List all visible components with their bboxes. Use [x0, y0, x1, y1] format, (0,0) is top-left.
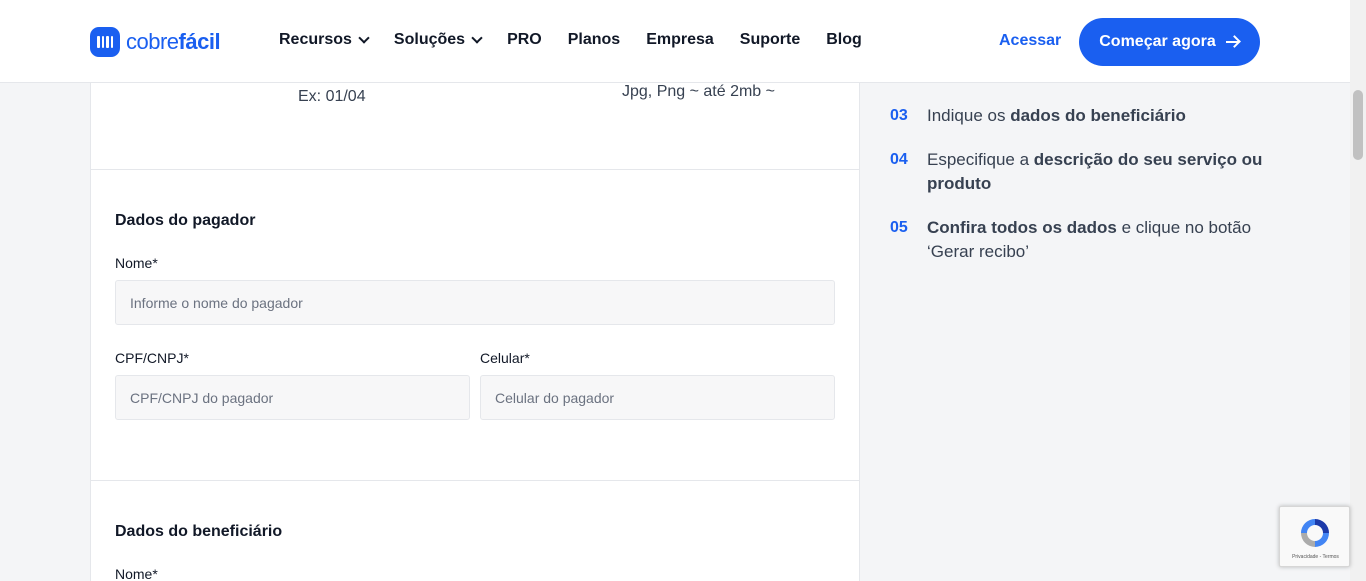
step-number: 03	[890, 107, 908, 124]
payer-phone-input[interactable]	[480, 375, 835, 420]
beneficiary-section-title: Dados do beneficiário	[115, 523, 283, 540]
recaptcha-text: Privacidade - Termos	[1292, 554, 1339, 560]
recaptcha-icon	[1301, 519, 1329, 547]
steps-list: 03 Indique os dados do beneficiário 04 Espe…	[890, 104, 1270, 284]
site-header: cobrefácil Recursos Soluções PRO Planos …	[0, 0, 1350, 83]
start-now-label: Começar agora	[1099, 33, 1216, 50]
step-text: Especifique a descrição do seu serviço o…	[927, 148, 1270, 196]
recaptcha-badge[interactable]: Privacidade - Termos	[1279, 506, 1350, 567]
page-scrollbar[interactable]	[1350, 0, 1366, 581]
chevron-down-icon	[471, 32, 483, 44]
nav-recursos[interactable]: Recursos	[279, 31, 370, 49]
cobrefacil-logo[interactable]: cobrefácil	[90, 27, 221, 57]
payer-doc-input[interactable]	[115, 375, 470, 420]
step-text: Confira todos os dados e clique no botão…	[927, 216, 1270, 264]
nav-suporte-label: Suporte	[739, 31, 801, 48]
date-hint: Ex: 01/04	[298, 88, 366, 105]
step-text-part: Indique os	[927, 106, 1011, 125]
nav-empresa-label: Empresa	[646, 31, 714, 48]
main-nav: Recursos Soluções PRO Planos Empresa Sup…	[279, 31, 862, 49]
file-hint: Jpg, Png ~ até 2mb ~	[622, 83, 775, 100]
nav-solucoes[interactable]: Soluções	[393, 31, 483, 49]
scrollbar-thumb[interactable]	[1353, 90, 1363, 160]
arrow-right-icon	[1225, 36, 1240, 48]
step-text: Indique os dados do beneficiário	[927, 104, 1186, 128]
step-text-bold: dados do beneficiário	[1010, 106, 1186, 125]
nav-blog[interactable]: Blog	[826, 31, 862, 49]
step-item: 03 Indique os dados do beneficiário	[890, 104, 1270, 128]
step-item: 04 Especifique a descrição do seu serviço…	[890, 148, 1270, 196]
chevron-down-icon	[358, 32, 370, 44]
step-text-bold: Confira todos os dados	[927, 218, 1117, 237]
payer-doc-label: CPF/CNPJ*	[115, 350, 189, 366]
nav-pro-label: PRO	[507, 31, 542, 48]
payer-section-title: Dados do pagador	[115, 212, 256, 229]
start-now-button[interactable]: Começar agora	[1079, 18, 1260, 66]
login-link[interactable]: Acessar	[999, 32, 1061, 50]
payer-phone-label: Celular*	[480, 350, 530, 366]
nav-recursos-label: Recursos	[279, 31, 352, 48]
nav-suporte[interactable]: Suporte	[740, 31, 800, 49]
nav-pro[interactable]: PRO	[507, 31, 542, 49]
nav-planos[interactable]: Planos	[568, 31, 620, 49]
nav-solucoes-label: Soluções	[393, 31, 466, 48]
step-text-part: Especifique a	[927, 150, 1034, 169]
nav-blog-label: Blog	[826, 31, 862, 48]
logo-text: cobrefácil	[126, 29, 221, 54]
nav-planos-label: Planos	[567, 31, 621, 48]
step-item: 05 Confira todos os dados e clique no bot…	[890, 216, 1270, 264]
payer-name-input[interactable]	[115, 280, 835, 325]
section-divider	[91, 169, 859, 170]
step-number: 04	[890, 151, 908, 168]
step-number: 05	[890, 219, 908, 236]
section-divider	[91, 480, 859, 481]
beneficiary-name-label: Nome*	[115, 566, 158, 581]
receipt-form: Ex: 01/04 Jpg, Png ~ até 2mb ~ Dados do …	[90, 81, 860, 581]
payer-name-label: Nome*	[115, 255, 158, 271]
logo-icon	[90, 27, 120, 57]
nav-empresa[interactable]: Empresa	[646, 31, 714, 49]
